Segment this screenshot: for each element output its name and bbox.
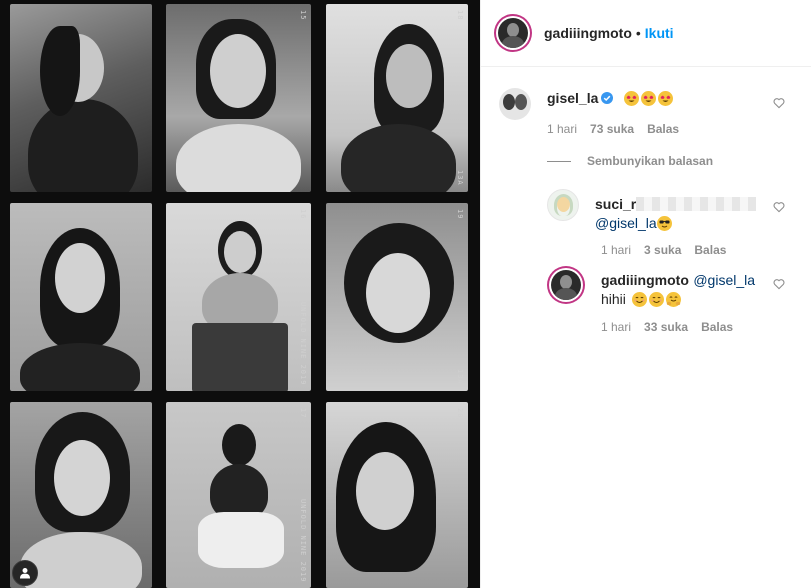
like-heart-icon[interactable] [773,278,785,290]
frame-edge-text: 13A [456,170,464,186]
comment-meta: 1 hari 73 suka Balas [547,122,679,136]
heart-eyes-emoji-icon [623,91,639,106]
comment-likes[interactable]: 3 suka [644,243,681,257]
sunglasses-emoji-icon [656,216,672,231]
reply: gadiiingmoto @gisel_la hihii [601,271,781,309]
mention-link[interactable]: @gisel_la [595,215,657,231]
photo-frame [10,402,152,588]
user-tag-button[interactable] [12,560,38,586]
story-ring[interactable] [494,14,532,52]
reply: suci_r @gisel_la [595,195,775,233]
frame-edge-text: UNFOLD NINE 2019 [299,301,307,385]
avatar [498,18,528,48]
photo-frame: 20 [326,402,468,588]
photo-frame: 17 UNFOLD NINE 2019 [166,402,311,588]
comment-time[interactable]: 1 hari [547,122,577,136]
frame-number: 17 [299,408,307,419]
comment-text: hihii [601,291,626,307]
photo-frame: 16 UNFOLD NINE 2019 [166,203,311,391]
frame-number: 18 [456,10,464,21]
reply-button[interactable]: Balas [701,320,733,334]
comment-time[interactable]: 1 hari [601,243,631,257]
comment-likes[interactable]: 33 suka [644,320,688,334]
post-photo[interactable]: 15 18 13A 16 UNFOLD NINE 2019 19 13A 17 … [0,0,480,588]
reply-button[interactable]: Balas [694,243,726,257]
frame-edge-text: 13A [456,369,464,385]
comment-username[interactable]: suci_r [595,196,636,212]
smile-emoji-icon [649,292,665,307]
post-header: gadiiingmoto • Ikuti [481,0,811,67]
hug-emoji-icon [666,292,682,307]
hide-replies-button[interactable]: Sembunyikan balasan [547,154,713,168]
avatar[interactable] [547,266,585,304]
photo-frame: 19 13A [326,203,468,391]
frame-edge-text: UNFOLD NINE 2019 [299,498,307,582]
post-author-username[interactable]: gadiiingmoto [544,25,632,41]
smile-emoji-icon [632,292,648,307]
comment: gisel_la [547,90,673,108]
person-icon [20,568,30,579]
frame-number: 19 [456,209,464,220]
comment-username[interactable]: gadiiingmoto [601,272,689,288]
frame-number: 15 [299,10,307,21]
photo-frame [10,203,152,391]
photo-frame: 15 [166,4,311,192]
header-separator: • [635,25,641,41]
photo-frame: 18 13A [326,4,468,192]
mention-link[interactable]: @gisel_la [693,272,755,288]
heart-eyes-emoji-icon [657,91,673,106]
hide-replies-label: Sembunyikan balasan [587,154,714,168]
like-heart-icon[interactable] [773,201,785,213]
frame-number: 20 [456,408,464,419]
frame-number: 16 [299,209,307,220]
avatar[interactable] [547,189,579,221]
comments-panel: gadiiingmoto • Ikuti gisel_la 1 hari 73 … [480,0,811,588]
comment-likes[interactable]: 73 suka [590,122,634,136]
photo-frame [10,4,152,192]
follow-button[interactable]: Ikuti [645,25,674,41]
comment-username[interactable]: gisel_la [547,90,598,106]
comment-meta: 1 hari 3 suka Balas [601,243,726,257]
reply-button[interactable]: Balas [647,122,679,136]
verified-badge-icon [601,92,614,104]
like-heart-icon[interactable] [773,97,785,109]
comment-time[interactable]: 1 hari [601,320,631,334]
heart-eyes-emoji-icon [640,91,656,106]
divider [547,160,571,162]
redacted-text [636,197,757,211]
avatar[interactable] [499,88,531,120]
comment-meta: 1 hari 33 suka Balas [601,320,733,334]
